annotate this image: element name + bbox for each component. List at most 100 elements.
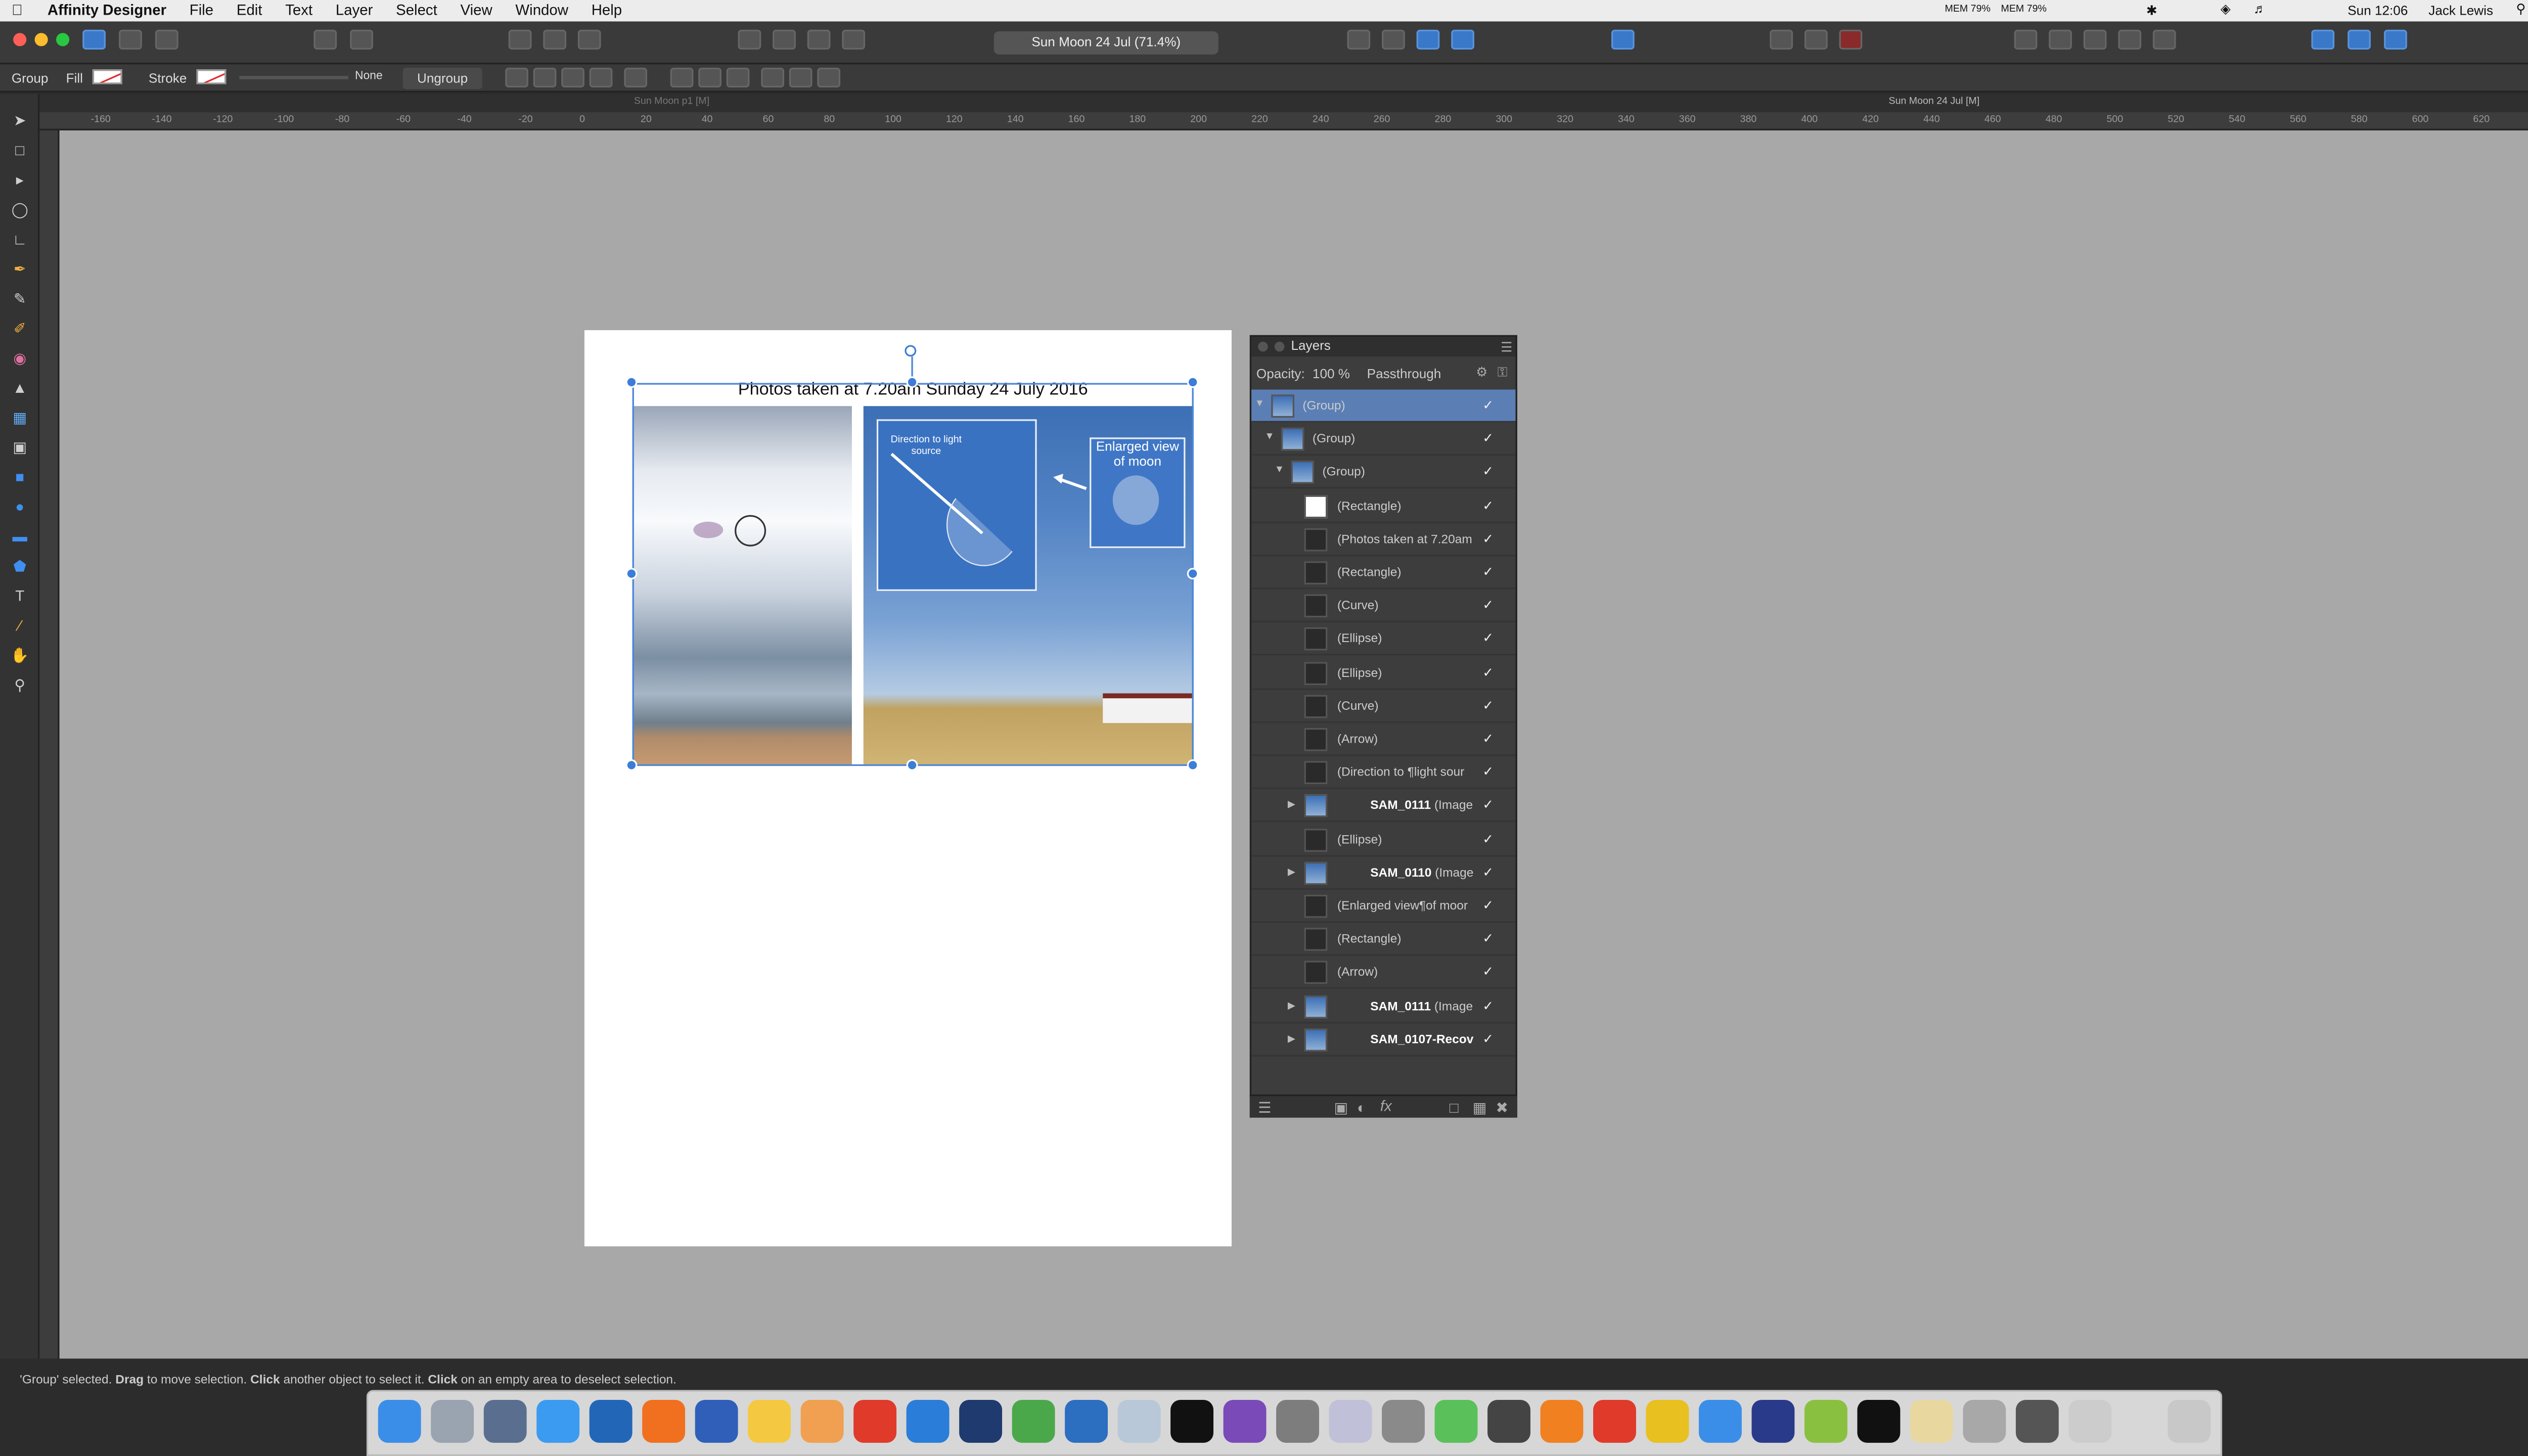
rectangle-tool-icon[interactable]: ■ — [10, 467, 30, 487]
layer-visibility-checkbox[interactable]: ✓ — [1482, 598, 1497, 613]
wifi-icon[interactable]: ◈ — [2221, 2, 2231, 16]
collapse-triangle-icon[interactable]: ▶ — [1288, 800, 1295, 811]
app-icon-26[interactable] — [1698, 1399, 1742, 1443]
printer-icon[interactable] — [1487, 1399, 1530, 1443]
layer-row[interactable]: ▶ SAM_0110 (Image ✓ — [1251, 856, 1516, 890]
acrobat-icon[interactable] — [853, 1399, 897, 1443]
new-layer-icon[interactable]: □ — [1450, 1100, 1459, 1116]
layer-row[interactable]: ▼ (Group) ✓ — [1251, 389, 1516, 423]
app-icon-7[interactable] — [695, 1399, 738, 1443]
ellipse-tool-icon[interactable]: ● — [10, 497, 30, 517]
flip-horizontal-icon[interactable] — [1347, 29, 1371, 50]
boolean-subtract-icon[interactable] — [773, 29, 796, 50]
boolean-divide-icon[interactable] — [842, 29, 866, 50]
layer-visibility-checkbox[interactable]: ✓ — [1482, 864, 1497, 879]
layer-row[interactable]: (Ellipse) ✓ — [1251, 623, 1516, 656]
safari-icon[interactable] — [536, 1399, 580, 1443]
layer-visibility-checkbox[interactable]: ✓ — [1482, 531, 1497, 546]
align-right-icon[interactable] — [726, 67, 750, 88]
app-icon-13[interactable] — [1012, 1399, 1055, 1443]
align-top-icon[interactable] — [761, 67, 785, 88]
zoom-tool-icon[interactable]: ⚲ — [10, 675, 30, 695]
app-icon-30[interactable] — [1910, 1399, 1953, 1443]
align-left-icon[interactable] — [670, 67, 694, 88]
blend-mode-select[interactable]: Passthrough — [1367, 367, 1441, 381]
app-icon-25[interactable] — [1646, 1399, 1689, 1443]
assistant-icon[interactable] — [313, 29, 337, 50]
menu-layer[interactable]: Layer — [324, 0, 384, 21]
android-icon[interactable] — [1804, 1399, 1847, 1443]
layer-settings-icon[interactable]: ⚙ — [1476, 365, 1487, 380]
layer-name[interactable]: (Direction to ¶light sour — [1337, 764, 1479, 779]
document-title-tab[interactable]: Sun Moon 24 Jul (71.4%) — [994, 31, 1218, 55]
menu-window[interactable]: Window — [504, 0, 580, 21]
resize-handle-bottom-right[interactable] — [1187, 759, 1199, 771]
collapse-triangle-icon[interactable]: ▶ — [1288, 1033, 1295, 1045]
menu-text[interactable]: Text — [274, 0, 324, 21]
thunderbird-icon[interactable] — [483, 1399, 527, 1443]
stroke-width-slider[interactable] — [239, 76, 348, 79]
adjustment-icon[interactable]: ◐ — [1357, 1100, 1366, 1116]
fx-icon[interactable]: fx — [1380, 1098, 1392, 1114]
transform-origin-icon[interactable] — [505, 67, 528, 88]
resize-handle-top-left[interactable] — [625, 376, 638, 388]
corner-tool-icon[interactable]: ∟ — [10, 230, 30, 249]
app-icon-29[interactable] — [1857, 1399, 1901, 1443]
layer-row[interactable]: (Rectangle) ✓ — [1251, 556, 1516, 589]
hand-tool-icon[interactable]: ✋ — [10, 646, 30, 665]
vector-brush-tool-icon[interactable]: ✐ — [10, 318, 30, 338]
align-bottom-icon[interactable] — [817, 67, 841, 88]
layer-row[interactable]: (Curve) ✓ — [1251, 690, 1516, 723]
layer-name[interactable]: (Rectangle) — [1337, 565, 1479, 579]
expand-triangle-icon[interactable]: ▼ — [1275, 466, 1284, 476]
layer-visibility-checkbox[interactable]: ✓ — [1482, 998, 1497, 1013]
layer-visibility-checkbox[interactable]: ✓ — [1482, 965, 1497, 979]
layer-name[interactable]: (Ellipse) — [1337, 665, 1479, 679]
layer-name[interactable]: (Rectangle) — [1337, 498, 1479, 513]
affinity-designer-icon[interactable] — [906, 1399, 950, 1443]
insert-below-icon[interactable] — [2152, 29, 2176, 50]
system-preferences-icon[interactable] — [1276, 1399, 1319, 1443]
menu-app-name[interactable]: Affinity Designer — [34, 0, 178, 21]
artboard-tool-icon[interactable]: □ — [10, 141, 30, 160]
layer-visibility-checkbox[interactable]: ✓ — [1482, 1031, 1497, 1046]
align-middle-icon[interactable] — [789, 67, 812, 88]
layer-row[interactable]: (Ellipse) ✓ — [1251, 656, 1516, 690]
text-tool-icon[interactable]: T — [10, 586, 30, 606]
layer-name[interactable]: (Ellipse) — [1337, 631, 1479, 646]
transparency-tool-icon[interactable]: ▲ — [10, 378, 30, 398]
app-icon-20[interactable] — [1382, 1399, 1425, 1443]
layer-row[interactable]: ▶ SAM_0111 (Image ✓ — [1251, 990, 1516, 1023]
layer-visibility-checkbox[interactable]: ✓ — [1482, 665, 1497, 679]
layer-row[interactable]: (Arrow) ✓ — [1251, 957, 1516, 990]
layer-visibility-checkbox[interactable]: ✓ — [1482, 465, 1497, 479]
studio-color-icon[interactable] — [2384, 29, 2407, 50]
layer-row[interactable]: ▶ SAM_0111 (Image ✓ — [1251, 790, 1516, 823]
arrange-icon[interactable] — [1416, 29, 1440, 50]
boolean-intersect-icon[interactable] — [807, 29, 831, 50]
panel-menu-icon[interactable]: ☰ — [1501, 340, 1512, 355]
spotlight-search-icon[interactable]: ⚲ — [2516, 2, 2525, 16]
menu-select[interactable]: Select — [384, 0, 448, 21]
layer-visibility-checkbox[interactable]: ✓ — [1482, 498, 1497, 513]
tab-sun-moon-p1[interactable]: Sun Moon p1 [M] — [634, 98, 709, 108]
layer-row[interactable]: (Rectangle) ✓ — [1251, 489, 1516, 523]
collapse-triangle-icon[interactable]: ▶ — [1288, 867, 1295, 878]
app-icon-24[interactable] — [1593, 1399, 1636, 1443]
layer-row[interactable]: ▼ (Group) ✓ — [1251, 456, 1516, 489]
user-name[interactable]: Jack Lewis — [2428, 0, 2493, 21]
opacity-value[interactable]: 100 % — [1313, 367, 1350, 381]
expand-triangle-icon[interactable]: ▼ — [1265, 433, 1274, 443]
minimize-window-button[interactable] — [34, 33, 48, 47]
stroke-style-value[interactable]: None — [355, 71, 383, 82]
resize-handle-left[interactable] — [625, 568, 638, 580]
transform-mode-icon[interactable] — [624, 67, 647, 88]
resize-handle-top[interactable] — [906, 376, 918, 388]
menu-help[interactable]: Help — [580, 0, 634, 21]
layer-row[interactable]: (Direction to ¶light sour ✓ — [1251, 756, 1516, 790]
view-outline-icon[interactable] — [577, 29, 601, 50]
flip-vertical-icon[interactable] — [1382, 29, 1405, 50]
snapping-grid-icon[interactable] — [1770, 29, 1793, 50]
panel-close-icon[interactable] — [1258, 341, 1268, 352]
pen-tool-icon[interactable]: ✒ — [10, 259, 30, 279]
